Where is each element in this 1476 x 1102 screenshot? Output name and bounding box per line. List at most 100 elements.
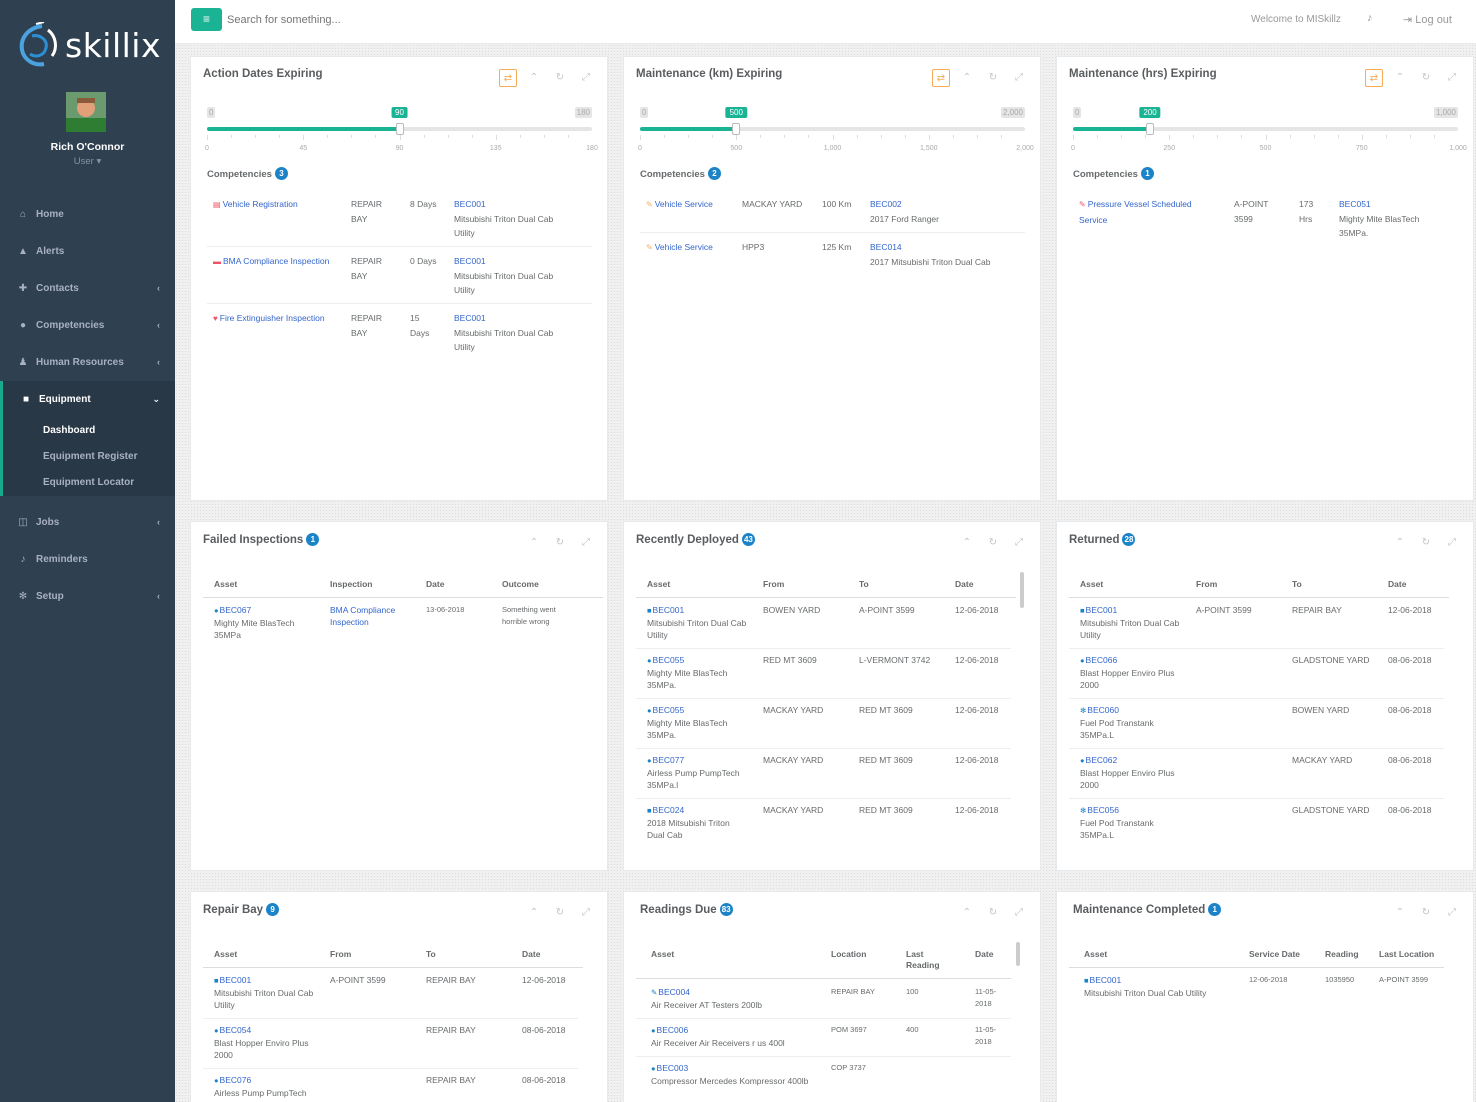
slider-handle[interactable] bbox=[395, 123, 404, 135]
refresh-icon[interactable]: ↻ bbox=[551, 904, 569, 922]
asset-link[interactable]: BEC001 bbox=[454, 197, 594, 212]
column-header[interactable]: Asset bbox=[647, 579, 670, 589]
collapse-icon[interactable]: ⌃ bbox=[525, 69, 543, 87]
refresh-icon[interactable]: ↻ bbox=[984, 69, 1002, 87]
column-header[interactable]: Date bbox=[975, 949, 993, 959]
column-header[interactable]: Last Location bbox=[1379, 949, 1434, 959]
sidebar-item-equipment[interactable]: ■ Equipment ⌄ bbox=[3, 381, 175, 418]
collapse-icon[interactable]: ⌃ bbox=[1391, 69, 1409, 87]
user-name[interactable]: Rich O'Connor bbox=[0, 141, 175, 153]
asset-link[interactable]: BEC076 bbox=[220, 1075, 252, 1085]
asset-link[interactable]: BEC003 bbox=[657, 1063, 689, 1073]
refresh-icon[interactable]: ↻ bbox=[551, 69, 569, 87]
expand-icon[interactable]: ⤢ bbox=[1010, 904, 1028, 922]
slider-handle[interactable] bbox=[732, 123, 741, 135]
collapse-icon[interactable]: ⌃ bbox=[958, 69, 976, 87]
sidebar-item-setup[interactable]: ✻ Setup ‹ bbox=[0, 578, 175, 615]
subnav-dashboard[interactable]: Dashboard bbox=[3, 418, 175, 444]
collapse-icon[interactable]: ⌃ bbox=[1391, 904, 1409, 922]
refresh-icon[interactable]: ↻ bbox=[984, 534, 1002, 552]
user-role-dropdown[interactable]: User ▾ bbox=[0, 156, 175, 167]
slider-handle[interactable] bbox=[1146, 123, 1154, 135]
avatar[interactable] bbox=[66, 92, 106, 132]
column-header[interactable]: From bbox=[763, 579, 784, 589]
refresh-icon[interactable]: ↻ bbox=[1417, 534, 1435, 552]
expand-icon[interactable]: ⤢ bbox=[1443, 534, 1461, 552]
filter-icon[interactable]: ⇄ bbox=[932, 69, 950, 87]
expand-icon[interactable]: ⤢ bbox=[1443, 904, 1461, 922]
expand-icon[interactable]: ⤢ bbox=[1443, 69, 1461, 87]
column-header[interactable]: From bbox=[1196, 579, 1217, 589]
subnav-equipment-register[interactable]: Equipment Register bbox=[3, 444, 175, 470]
sidebar-item-contacts[interactable]: ✚ Contacts ‹ bbox=[0, 270, 175, 307]
inspection-link[interactable]: BMA Compliance Inspection bbox=[330, 604, 415, 628]
asset-link[interactable]: BEC054 bbox=[220, 1025, 252, 1035]
column-header[interactable]: Date bbox=[955, 579, 973, 589]
asset-link[interactable]: BEC055 bbox=[653, 655, 685, 665]
expand-icon[interactable]: ⤢ bbox=[577, 69, 595, 87]
subnav-equipment-locator[interactable]: Equipment Locator bbox=[3, 470, 175, 496]
column-header[interactable]: Asset bbox=[214, 579, 237, 589]
competency-link[interactable]: Vehicle Service bbox=[655, 199, 713, 209]
expand-icon[interactable]: ⤢ bbox=[1010, 534, 1028, 552]
column-header[interactable]: Location bbox=[831, 949, 866, 959]
collapse-icon[interactable]: ⌃ bbox=[525, 534, 543, 552]
competency-link[interactable]: BMA Compliance Inspection bbox=[223, 256, 329, 266]
expand-icon[interactable]: ⤢ bbox=[577, 534, 595, 552]
sidebar-item-human-resources[interactable]: ♟ Human Resources ‹ bbox=[0, 344, 175, 381]
asset-link[interactable]: BEC062 bbox=[1086, 755, 1118, 765]
column-header[interactable]: Service Date bbox=[1249, 949, 1300, 959]
collapse-icon[interactable]: ⌃ bbox=[1391, 534, 1409, 552]
asset-link[interactable]: BEC014 bbox=[870, 240, 1030, 255]
column-header[interactable]: Reading bbox=[1325, 949, 1359, 959]
refresh-icon[interactable]: ↻ bbox=[1417, 69, 1435, 87]
asset-link[interactable]: BEC006 bbox=[657, 1025, 689, 1035]
asset-link[interactable]: BEC056 bbox=[1087, 805, 1119, 815]
column-header[interactable]: From bbox=[330, 949, 351, 959]
competency-link[interactable]: Vehicle Registration bbox=[223, 199, 298, 209]
sidebar-item-alerts[interactable]: ▲ Alerts bbox=[0, 233, 175, 270]
collapse-icon[interactable]: ⌃ bbox=[958, 534, 976, 552]
filter-icon[interactable]: ⇄ bbox=[1365, 69, 1383, 87]
sidebar-item-competencies[interactable]: ● Competencies ‹ bbox=[0, 307, 175, 344]
asset-link[interactable]: BEC001 bbox=[1086, 605, 1118, 615]
collapse-icon[interactable]: ⌃ bbox=[958, 904, 976, 922]
asset-link[interactable]: BEC067 bbox=[220, 605, 252, 615]
asset-link[interactable]: BEC001 bbox=[220, 975, 252, 985]
column-header[interactable]: Inspection bbox=[330, 579, 373, 589]
column-header[interactable]: Asset bbox=[214, 949, 237, 959]
asset-link[interactable]: BEC001 bbox=[653, 605, 685, 615]
column-header[interactable]: To bbox=[1292, 579, 1302, 589]
refresh-icon[interactable]: ↻ bbox=[551, 534, 569, 552]
expand-icon[interactable]: ⤢ bbox=[577, 904, 595, 922]
refresh-icon[interactable]: ↻ bbox=[1417, 904, 1435, 922]
column-header[interactable]: To bbox=[859, 579, 869, 589]
asset-link[interactable]: BEC001 bbox=[454, 254, 594, 269]
asset-link[interactable]: BEC004 bbox=[658, 987, 690, 997]
asset-link[interactable]: BEC001 bbox=[454, 311, 594, 326]
column-header[interactable]: Last Reading bbox=[906, 949, 946, 971]
km-range-slider[interactable]: 0 2,000 500 0 500 1,000 1,500 2,000 bbox=[638, 107, 1034, 157]
asset-link[interactable]: BEC055 bbox=[653, 705, 685, 715]
column-header[interactable]: Date bbox=[1388, 579, 1406, 589]
asset-link[interactable]: BEC002 bbox=[870, 197, 1030, 212]
filter-icon[interactable]: ⇄ bbox=[499, 69, 517, 87]
refresh-icon[interactable]: ↻ bbox=[984, 904, 1002, 922]
asset-link[interactable]: BEC060 bbox=[1087, 705, 1119, 715]
asset-link[interactable]: BEC077 bbox=[653, 755, 685, 765]
hours-range-slider[interactable]: 0 1,000 200 0 250 500 750 1,000 bbox=[1071, 107, 1467, 157]
column-header[interactable]: Asset bbox=[1080, 579, 1103, 589]
scrollbar[interactable] bbox=[1020, 572, 1024, 608]
column-header[interactable]: Outcome bbox=[502, 579, 539, 589]
competency-link[interactable]: Pressure Vessel Scheduled Service bbox=[1079, 199, 1192, 225]
collapse-icon[interactable]: ⌃ bbox=[525, 904, 543, 922]
competency-link[interactable]: Vehicle Service bbox=[655, 242, 713, 252]
column-header[interactable]: Asset bbox=[1084, 949, 1107, 959]
asset-link[interactable]: BEC066 bbox=[1086, 655, 1118, 665]
scrollbar[interactable] bbox=[1016, 942, 1020, 966]
asset-link[interactable]: BEC051 bbox=[1339, 197, 1449, 212]
competency-link[interactable]: Fire Extinguisher Inspection bbox=[220, 313, 325, 323]
sidebar-item-home[interactable]: ⌂ Home bbox=[0, 196, 175, 233]
column-header[interactable]: Date bbox=[522, 949, 540, 959]
notifications-bell-icon[interactable]: ♪ bbox=[1367, 12, 1373, 24]
